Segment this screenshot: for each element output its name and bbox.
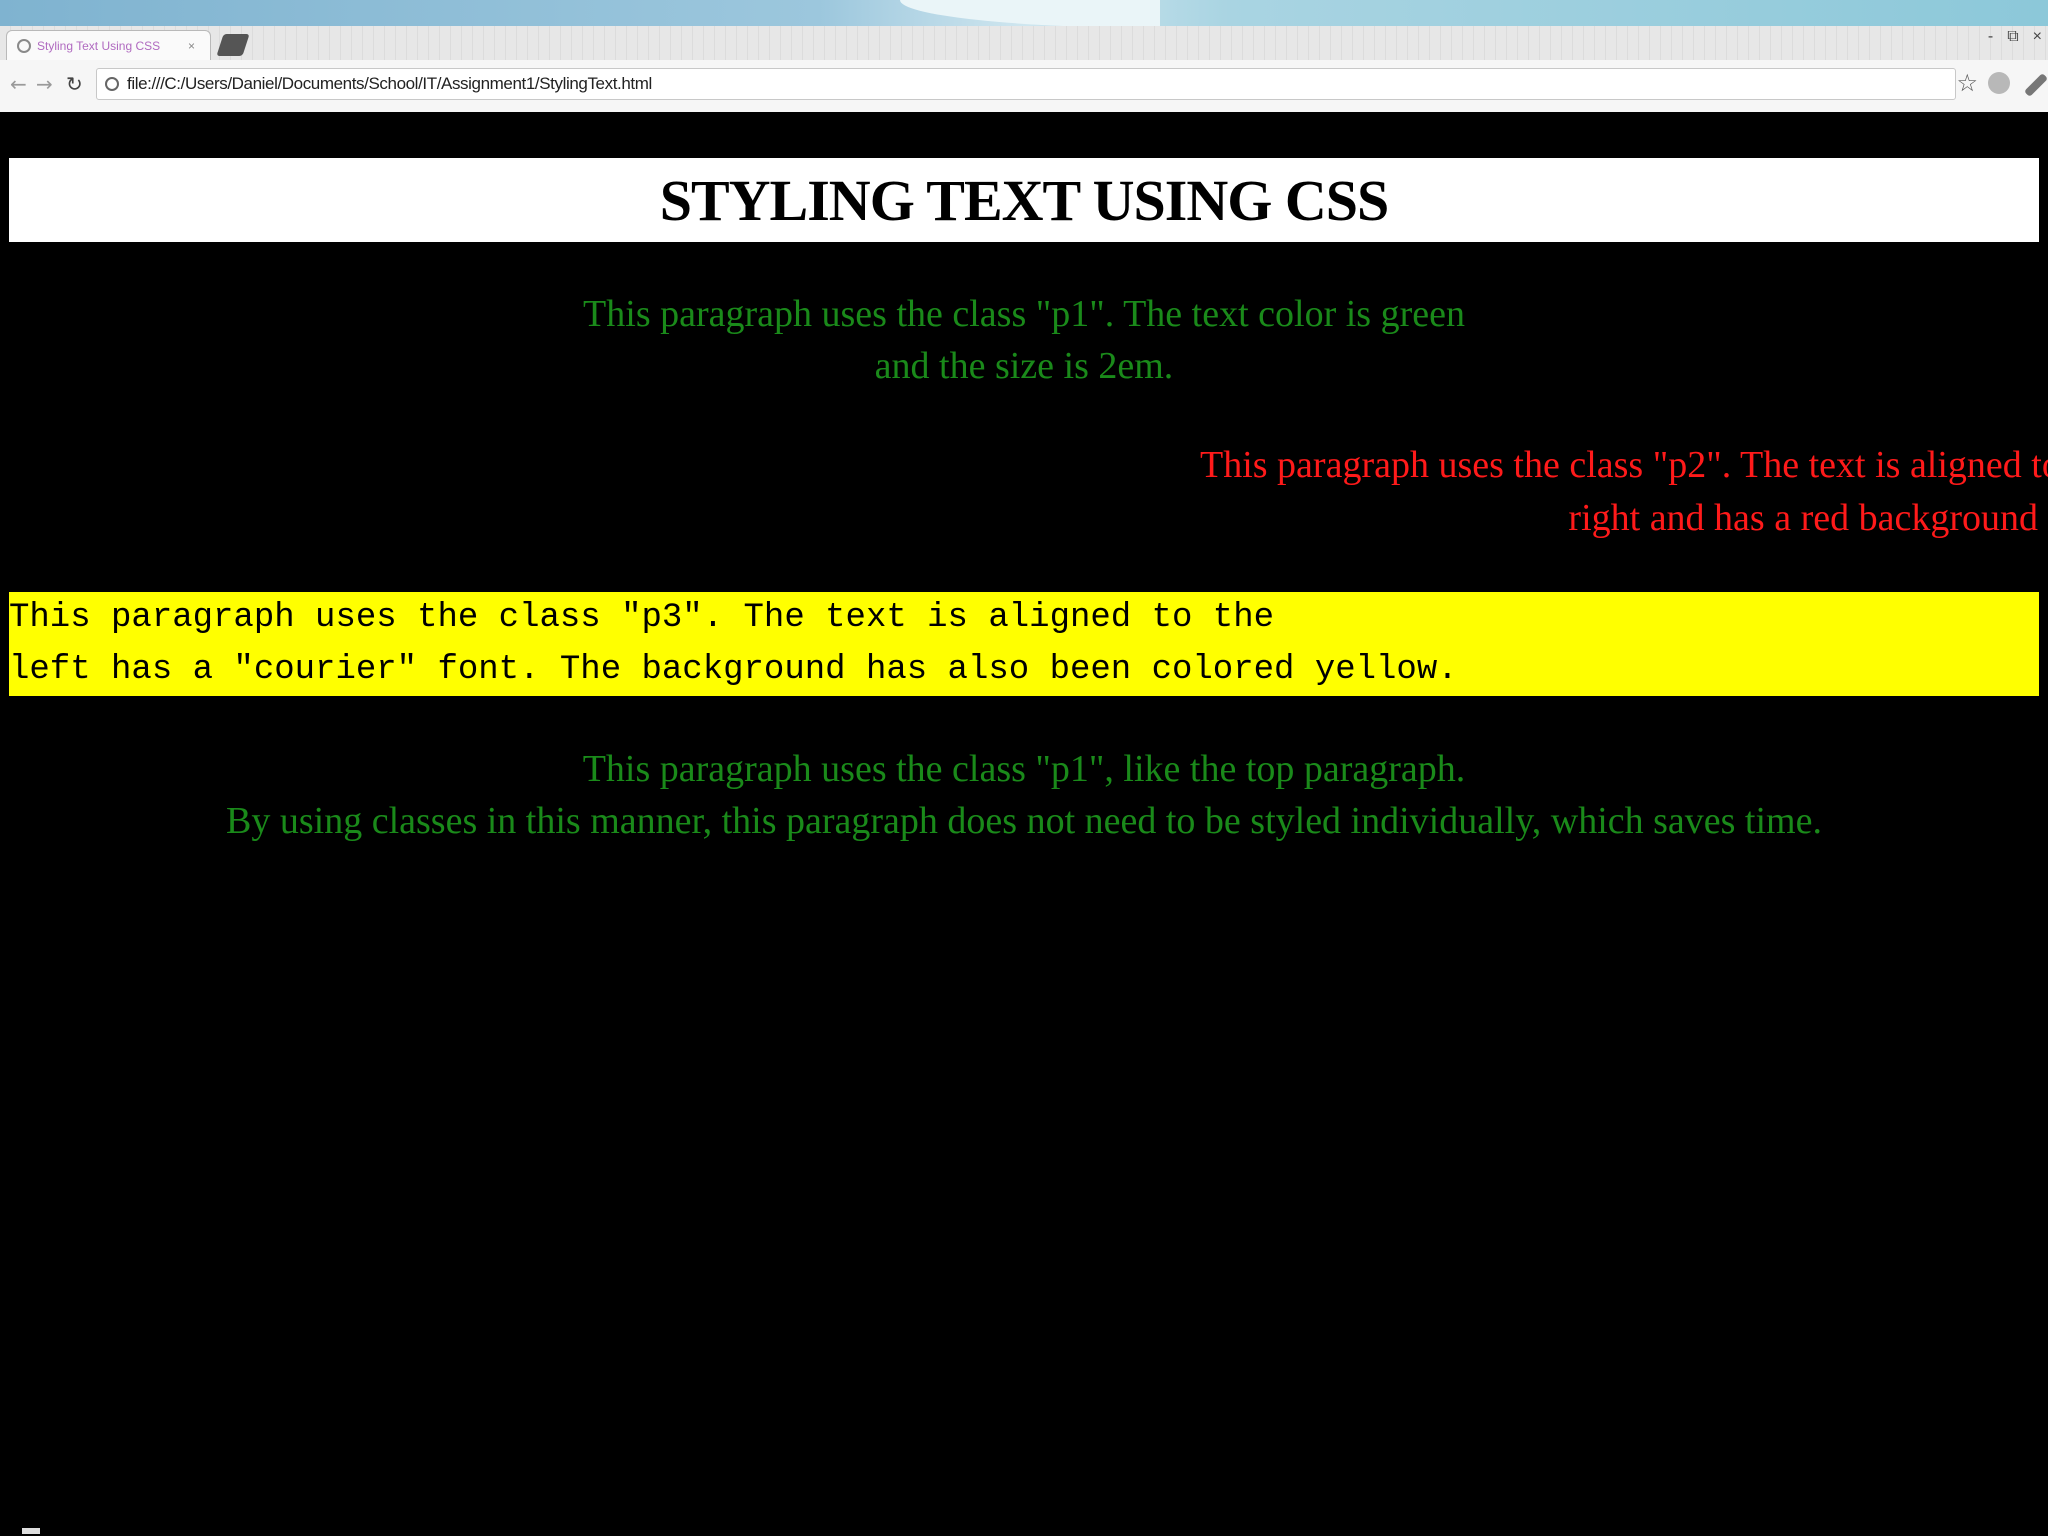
wrench-icon[interactable]	[2023, 72, 2048, 98]
paragraph-line: This paragraph uses the class "p3". The …	[9, 599, 1275, 637]
reload-icon[interactable]: ↻	[66, 72, 83, 96]
paragraph-line: left has a "courier" font. The backgroun…	[9, 651, 1458, 689]
paragraph-line: By using classes in this manner, this pa…	[226, 800, 1822, 842]
browser-toolbar: ← → ↻ file:///C:/Users/Daniel/Documents/…	[0, 60, 2048, 114]
page-heading: STYLING TEXT USING CSS	[9, 158, 2039, 242]
paragraph-line: This paragraph uses the class "p1". The …	[583, 293, 1465, 335]
browser-window: Styling Text Using CSS × - ⧉ × ← → ↻ fil…	[0, 26, 2048, 114]
browser-tab[interactable]: Styling Text Using CSS ×	[6, 30, 211, 60]
close-window-button[interactable]: ×	[2033, 28, 2042, 46]
paragraph-line: This paragraph uses the class "p1", like…	[582, 748, 1466, 790]
restore-button[interactable]: ⧉	[2007, 28, 2018, 46]
address-bar[interactable]: file:///C:/Users/Daniel/Documents/School…	[96, 68, 1956, 100]
paragraph-line: and the size is 2em.	[874, 345, 1174, 387]
tab-title: Styling Text Using CSS	[37, 38, 161, 53]
paragraph-p1-bottom: This paragraph uses the class "p1", like…	[0, 743, 2048, 847]
paragraph-line: right and has a red background	[1568, 497, 2038, 539]
window-controls: - ⧉ ×	[1988, 28, 2042, 46]
desktop-swoosh	[900, 0, 1160, 28]
paragraph-p2: This paragraph uses the class "p2". The …	[1200, 439, 2048, 545]
paragraph-line: This paragraph uses the class "p2". The …	[1200, 444, 2048, 486]
paragraph-p1-top: This paragraph uses the class "p1". The …	[0, 288, 2048, 392]
tab-strip: Styling Text Using CSS × - ⧉ ×	[0, 26, 2048, 61]
extension-icon[interactable]	[1988, 72, 2010, 94]
back-arrow-icon[interactable]: ←	[10, 72, 27, 96]
paragraph-p3: This paragraph uses the class "p3". The …	[9, 592, 2039, 696]
page-info-icon	[105, 77, 119, 91]
forward-arrow-icon[interactable]: →	[36, 72, 53, 96]
page-favicon-icon	[17, 38, 31, 53]
minimize-button[interactable]: -	[1988, 28, 1993, 46]
desktop-background	[0, 0, 2048, 28]
address-text: file:///C:/Users/Daniel/Documents/School…	[127, 74, 652, 93]
bookmark-star-icon[interactable]: ☆	[1956, 69, 1978, 97]
page-content: STYLING TEXT USING CSS This paragraph us…	[0, 112, 2048, 1536]
new-tab-button[interactable]	[216, 34, 250, 56]
corner-mark	[22, 1528, 40, 1534]
tab-close-icon[interactable]: ×	[188, 39, 195, 53]
